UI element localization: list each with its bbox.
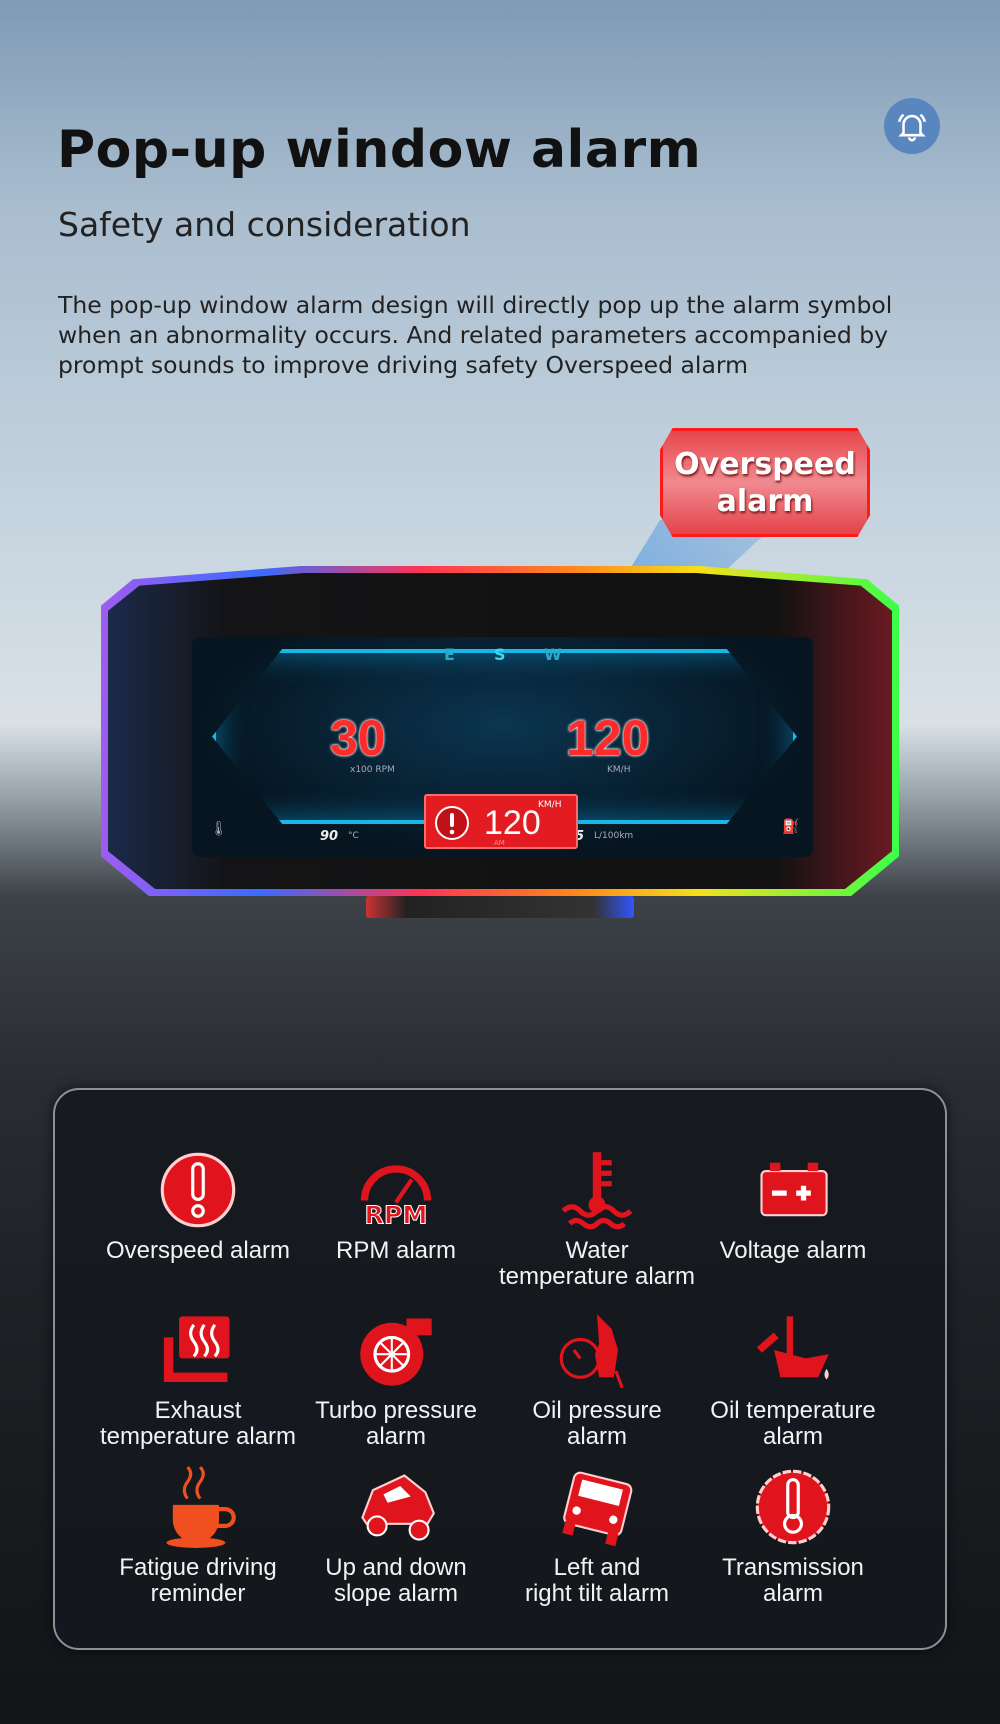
water-temperature-icon (561, 1152, 633, 1230)
alarm-label: Left and right tilt alarm (524, 1554, 670, 1607)
turbo-icon (360, 1318, 432, 1386)
rpm-gauge-icon: RPM (360, 1165, 432, 1230)
device-stand (366, 896, 634, 918)
speed-value: 120 (566, 710, 650, 766)
fuel-unit: L/100km (594, 831, 634, 841)
water-temp-icon: 🌡 (210, 821, 228, 837)
alarm-item: Up and down slope alarm (286, 1465, 506, 1607)
speed-unit: KM/H (607, 765, 631, 775)
alarm-item: Oil pressure alarm (487, 1308, 707, 1450)
water-temp-value: 90 (320, 829, 339, 844)
page-title: Pop-up window alarm (57, 120, 702, 180)
alarm-label: Up and down slope alarm (325, 1554, 467, 1607)
oil-can-icon (756, 1316, 829, 1380)
compass-e: E (444, 645, 455, 664)
alarm-label: Fatigue driving reminder (119, 1554, 277, 1607)
alarm-item: Voltage alarm (683, 1148, 903, 1264)
alarm-label: Water temperature alarm (498, 1237, 696, 1290)
alarm-label: Voltage alarm (719, 1237, 867, 1264)
alarm-item: Transmission alarm (683, 1465, 903, 1607)
popup-speed: 120 (484, 804, 541, 842)
alarm-item: Exhaust temperature alarm (88, 1308, 308, 1450)
alarm-label: Turbo pressure alarm (315, 1397, 477, 1450)
alarm-item: Water temperature alarm (487, 1148, 707, 1290)
alarm-item: RPM RPM alarm (286, 1148, 506, 1264)
overspeed-popup: 120 KM/H AM (424, 794, 578, 849)
exhaust-heat-icon (163, 1316, 230, 1383)
alarm-label: Oil temperature alarm (710, 1397, 876, 1450)
overspeed-callout: Overspeed alarm (660, 428, 870, 537)
alarm-item: Fatigue driving reminder (88, 1465, 308, 1607)
bell-icon (884, 98, 940, 154)
rpm-value: 30 (330, 710, 386, 766)
exclamation-icon (160, 1152, 236, 1228)
fuel-pump-gauge-icon (559, 1314, 624, 1389)
alarm-label: Transmission alarm (722, 1554, 864, 1607)
alarm-item: Oil temperature alarm (683, 1308, 903, 1450)
water-temp-unit: °C (348, 831, 359, 841)
car-tilt-icon (562, 1471, 633, 1547)
car-slope-icon (361, 1474, 435, 1541)
fuel-pump-icon: ⛽ (782, 819, 800, 835)
callout-line2: alarm (716, 483, 814, 519)
transmission-temperature-icon (755, 1469, 831, 1545)
alarm-label: Oil pressure alarm (532, 1397, 662, 1450)
alarm-item: Turbo pressure alarm (286, 1308, 506, 1450)
page-subtitle: Safety and consideration (58, 205, 471, 244)
compass-w: W (544, 645, 562, 664)
popup-ampm: AM (494, 839, 505, 847)
description: The pop-up window alarm design will dire… (58, 291, 893, 379)
compass-s: S (494, 645, 506, 664)
popup-unit: KM/H (538, 800, 562, 810)
alarm-item: Overspeed alarm (88, 1148, 308, 1264)
callout-line1: Overspeed (674, 446, 856, 482)
coffee-cup-icon (166, 1465, 236, 1548)
alarm-label: Overspeed alarm (105, 1237, 291, 1264)
battery-icon (760, 1162, 828, 1217)
rpm-unit: x100 RPM (350, 765, 395, 775)
alarm-label: Exhaust temperature alarm (99, 1397, 297, 1450)
alarm-label: RPM alarm (335, 1237, 456, 1264)
exclamation-icon (435, 806, 469, 840)
alarm-item: Left and right tilt alarm (487, 1465, 707, 1607)
svg-text:RPM: RPM (365, 1201, 428, 1230)
